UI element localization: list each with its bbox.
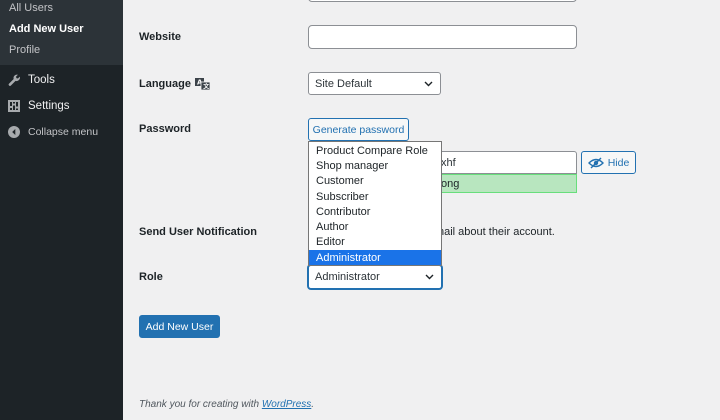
role-option-selected[interactable]: Administrator: [309, 250, 441, 266]
hide-label: Hide: [607, 156, 630, 169]
email-field[interactable]: [308, 0, 577, 2]
settings-icon: [0, 100, 28, 112]
role-option[interactable]: Editor: [309, 235, 441, 250]
role-option[interactable]: Subscriber: [309, 189, 441, 204]
chevron-down-icon: [424, 78, 433, 90]
notification-description: nail about their account.: [438, 226, 555, 238]
footer-text: Thank you for creating with: [139, 399, 262, 410]
translation-icon: A文: [194, 78, 210, 90]
sidebar-item-tools[interactable]: Tools: [0, 68, 123, 92]
password-label: Password: [139, 123, 191, 135]
sidebar-item-label: Tools: [28, 74, 55, 86]
role-select[interactable]: Administrator: [308, 265, 442, 289]
admin-footer: Thank you for creating with WordPress.: [139, 399, 314, 410]
role-option[interactable]: Contributor: [309, 204, 441, 219]
role-select-value: Administrator: [315, 271, 380, 283]
website-label: Website: [139, 31, 181, 43]
role-option[interactable]: Customer: [309, 174, 441, 189]
generate-password-button[interactable]: Generate password: [308, 118, 409, 141]
users-submenu: All Users Add New User Profile: [0, 0, 123, 65]
footer-end: .: [311, 399, 315, 410]
admin-sidebar: All Users Add New User Profile Tools Set…: [0, 0, 123, 420]
collapse-icon: [0, 126, 28, 138]
wrench-icon: [0, 74, 28, 87]
role-option[interactable]: Shop manager: [309, 158, 441, 173]
language-select[interactable]: Site Default: [308, 72, 441, 95]
hide-password-button[interactable]: Hide: [581, 151, 636, 174]
wordpress-link[interactable]: WordPress: [262, 399, 311, 410]
sidebar-item-settings[interactable]: Settings: [0, 94, 123, 118]
sidebar-item-label: Collapse menu: [28, 126, 99, 138]
notification-label: Send User Notification: [139, 226, 257, 238]
submenu-all-users[interactable]: All Users: [9, 2, 53, 14]
add-new-user-button[interactable]: Add New User: [139, 315, 220, 338]
password-input-value: xhf: [441, 156, 456, 169]
eye-slash-icon: [587, 157, 604, 169]
password-strength-text: ong: [441, 177, 460, 190]
role-option[interactable]: Product Compare Role: [309, 143, 441, 158]
svg-text:文: 文: [202, 83, 210, 90]
role-option[interactable]: Author: [309, 220, 441, 235]
language-label-row: Language A文: [139, 78, 210, 90]
submenu-profile[interactable]: Profile: [9, 44, 40, 56]
submenu-add-new-user[interactable]: Add New User: [9, 23, 84, 35]
password-input[interactable]: xhf: [420, 151, 577, 174]
website-input[interactable]: [308, 25, 577, 49]
sidebar-item-label: Settings: [28, 100, 70, 112]
language-select-value: Site Default: [315, 77, 372, 90]
role-label: Role: [139, 271, 163, 283]
password-strength-indicator: ong: [420, 174, 577, 193]
chevron-down-icon: [425, 271, 434, 283]
language-label: Language: [139, 78, 191, 90]
role-dropdown-list: Product Compare Role Shop manager Custom…: [308, 141, 442, 266]
collapse-menu-button[interactable]: Collapse menu: [0, 120, 123, 144]
